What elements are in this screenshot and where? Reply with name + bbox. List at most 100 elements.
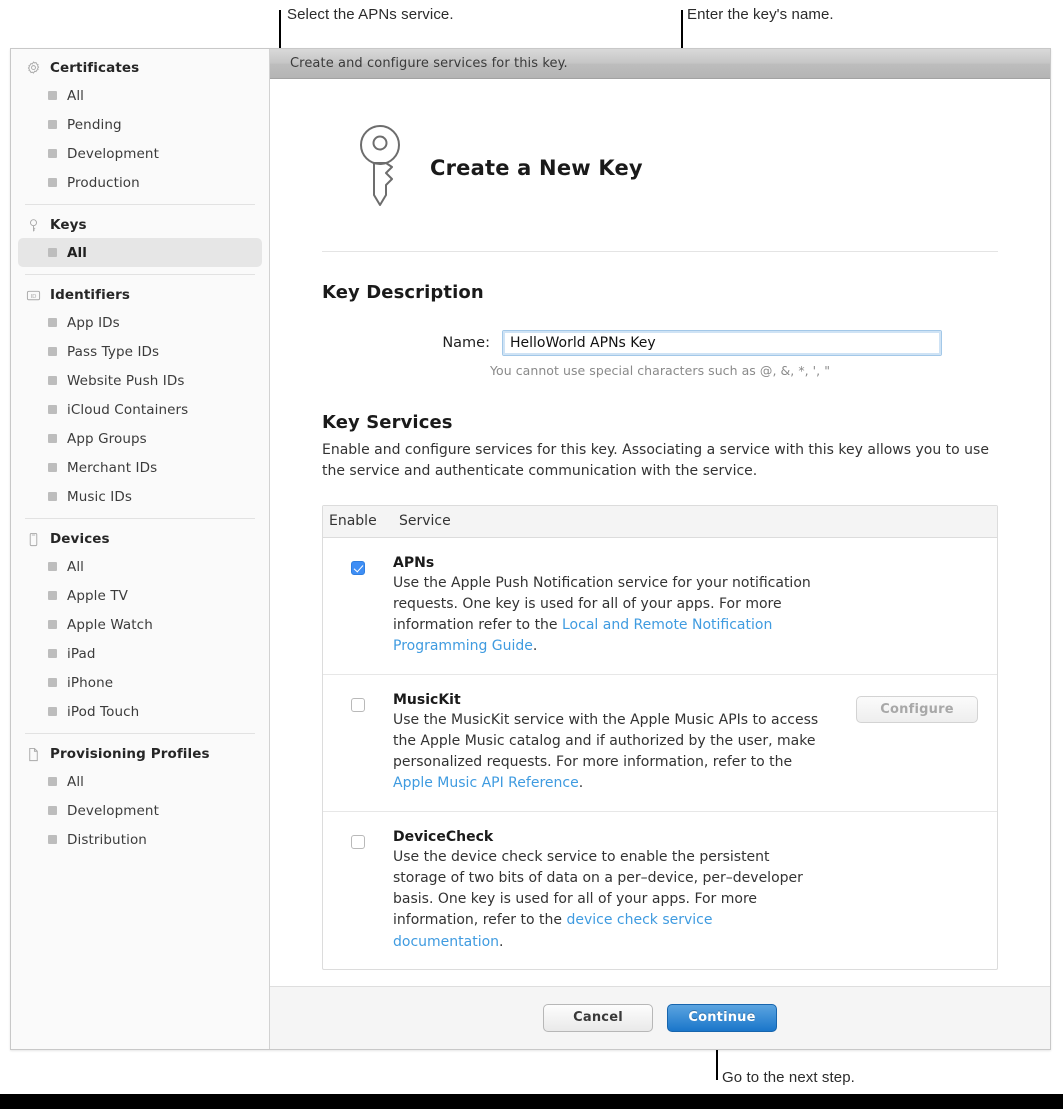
musickit-action-cell: Configure — [837, 692, 997, 795]
sidebar-item-devices-all[interactable]: All — [18, 552, 262, 581]
sidebar-item-app-ids[interactable]: App IDs — [18, 308, 262, 337]
sidebar-item-merchant-ids[interactable]: Merchant IDs — [18, 453, 262, 482]
sidebar-item-certificates-development[interactable]: Development — [18, 139, 262, 168]
devicecheck-action-cell — [837, 829, 997, 953]
sidebar-item-ipod-touch[interactable]: iPod Touch — [18, 697, 262, 726]
musickit-link[interactable]: Apple Music API Reference — [393, 775, 579, 791]
sidebar-navigation[interactable]: Certificates All Pending Development Pro… — [11, 49, 270, 1049]
configure-button[interactable]: Configure — [856, 695, 978, 723]
key-services-section: Key Services Enable and configure servic… — [322, 378, 998, 970]
apns-desc-after: . — [532, 638, 538, 655]
apns-action-cell — [837, 555, 997, 658]
devicecheck-enable-cell — [323, 829, 393, 953]
continue-button[interactable]: Continue — [667, 1004, 777, 1032]
bullet-icon — [48, 562, 57, 571]
sidebar-item-icloud-containers[interactable]: iCloud Containers — [18, 395, 262, 424]
sidebar-item-label: Music IDs — [67, 488, 133, 505]
window-titlebar: Create and configure services for this k… — [270, 49, 1050, 79]
sidebar-item-profiles-all[interactable]: All — [18, 767, 262, 796]
sidebar-item-music-ids[interactable]: Music IDs — [18, 482, 262, 511]
sidebar-group-keys: Keys All — [11, 212, 269, 267]
titlebar-label: Create and configure services for this k… — [290, 56, 568, 71]
sidebar-item-apple-tv[interactable]: Apple TV — [18, 581, 262, 610]
sidebar-item-certificates-pending[interactable]: Pending — [18, 110, 262, 139]
sidebar-header-provisioning-profiles[interactable]: Provisioning Profiles — [11, 741, 269, 767]
main-panel: Create and configure services for this k… — [270, 49, 1050, 1049]
sidebar-item-label: All — [67, 558, 85, 575]
sidebar-item-label: Distribution — [67, 831, 147, 848]
column-header-enable: Enable — [329, 513, 377, 530]
sidebar-item-label: iPod Touch — [67, 703, 140, 720]
bullet-icon — [48, 835, 57, 844]
sidebar-item-app-groups[interactable]: App Groups — [18, 424, 262, 453]
sidebar-group-provisioning-profiles: Provisioning Profiles All Development Di… — [11, 741, 269, 854]
page-bottom-bar — [0, 1094, 1063, 1109]
sidebar-item-ipad[interactable]: iPad — [18, 639, 262, 668]
certificate-badge-icon — [25, 60, 41, 76]
key-services-title: Key Services — [322, 412, 453, 433]
column-header-service: Service — [399, 513, 451, 530]
musickit-desc-before: Use the MusicKit service with the Apple … — [393, 711, 819, 771]
sidebar-divider — [25, 204, 255, 205]
svg-text:ID: ID — [30, 293, 36, 299]
name-field-hint: You cannot use special characters such a… — [490, 363, 831, 378]
sidebar-header-keys[interactable]: Keys — [11, 212, 269, 238]
musickit-desc-after: . — [578, 775, 584, 792]
sidebar-item-label: Pass Type IDs — [67, 343, 160, 360]
sidebar-header-devices[interactable]: Devices — [11, 526, 269, 552]
devicecheck-service-description: Use the device check service to enable t… — [393, 847, 827, 953]
name-field-label: Name: — [442, 335, 490, 351]
bullet-icon — [48, 91, 57, 100]
sidebar-item-label: Website Push IDs — [67, 372, 185, 389]
table-row: DeviceCheck Use the device check service… — [323, 812, 997, 969]
musickit-checkbox[interactable] — [351, 697, 365, 712]
sidebar-item-apple-watch[interactable]: Apple Watch — [18, 610, 262, 639]
sidebar-item-label: Pending — [67, 116, 122, 133]
apns-service-cell: APNs Use the Apple Push Notification ser… — [393, 555, 837, 658]
key-icon — [25, 217, 41, 233]
apns-checkbox[interactable] — [351, 560, 365, 575]
musickit-service-name: MusicKit — [393, 691, 461, 708]
table-row: MusicKit Use the MusicKit service with t… — [323, 675, 997, 812]
sidebar-item-label: App IDs — [67, 314, 120, 331]
devicecheck-checkbox[interactable] — [351, 834, 365, 849]
devicecheck-service-name: DeviceCheck — [393, 828, 494, 845]
sidebar-item-label: Production — [67, 174, 140, 191]
bullet-icon — [48, 463, 57, 472]
sidebar-header-identifiers[interactable]: ID Identifiers — [11, 282, 269, 308]
bullet-icon — [48, 434, 57, 443]
sidebar-item-profiles-development[interactable]: Development — [18, 796, 262, 825]
table-row: APNs Use the Apple Push Notification ser… — [323, 538, 997, 675]
bullet-icon — [48, 405, 57, 414]
bullet-icon — [48, 649, 57, 658]
sidebar-item-label: Apple Watch — [67, 616, 153, 633]
sidebar-item-label: All — [67, 773, 85, 790]
cancel-button[interactable]: Cancel — [543, 1004, 653, 1032]
sidebar-item-iphone[interactable]: iPhone — [18, 668, 262, 697]
sidebar-item-label: iPad — [67, 645, 96, 662]
sidebar-item-label: All — [67, 244, 88, 261]
bullet-icon — [48, 591, 57, 600]
bullet-icon — [48, 678, 57, 687]
bullet-icon — [48, 318, 57, 327]
bullet-icon — [48, 707, 57, 716]
sidebar-header-certificates[interactable]: Certificates — [11, 55, 269, 81]
bullet-icon — [48, 178, 57, 187]
sidebar-item-pass-type-ids[interactable]: Pass Type IDs — [18, 337, 262, 366]
bullet-icon — [48, 149, 57, 158]
musickit-enable-cell — [323, 692, 393, 795]
sidebar-divider — [25, 733, 255, 734]
identifier-icon: ID — [25, 287, 41, 303]
sidebar-item-website-push-ids[interactable]: Website Push IDs — [18, 366, 262, 395]
apns-service-description: Use the Apple Push Notification service … — [393, 573, 827, 658]
sidebar-item-label: iPhone — [67, 674, 114, 691]
sidebar-header-label: Certificates — [50, 60, 140, 76]
sidebar-item-certificates-all[interactable]: All — [18, 81, 262, 110]
sidebar-item-keys-all[interactable]: All — [18, 238, 262, 267]
sidebar-item-profiles-distribution[interactable]: Distribution — [18, 825, 262, 854]
bullet-icon — [48, 376, 57, 385]
sidebar-item-certificates-production[interactable]: Production — [18, 168, 262, 197]
devicecheck-desc-after: . — [499, 933, 504, 950]
key-name-input[interactable] — [502, 330, 942, 356]
sidebar-item-label: Apple TV — [67, 587, 129, 604]
